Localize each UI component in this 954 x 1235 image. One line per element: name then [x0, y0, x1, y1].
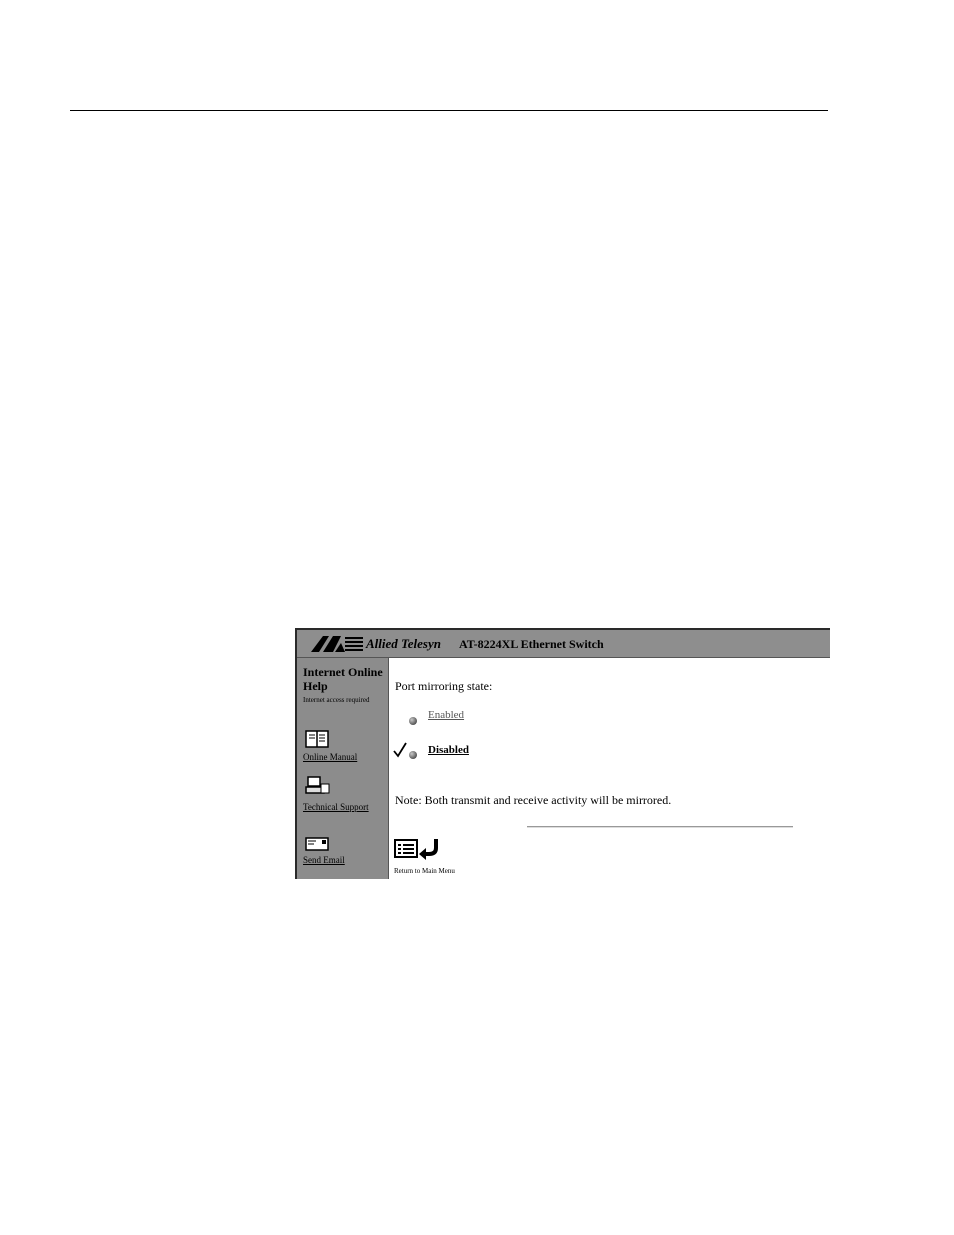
- bullet-icon: [409, 751, 417, 759]
- online-manual-link[interactable]: Online Manual: [303, 752, 387, 763]
- send-email-link[interactable]: Send Email: [303, 855, 387, 866]
- return-main-menu-label[interactable]: Return to Main Menu: [394, 867, 455, 875]
- help-note: Internet access required: [303, 696, 370, 704]
- technical-support-link[interactable]: Technical Support: [303, 802, 387, 813]
- help-sidebar: Internet Online Help Internet access req…: [297, 658, 389, 879]
- book-icon[interactable]: [305, 729, 331, 749]
- divider: [527, 826, 793, 828]
- return-main-menu-icon[interactable]: [394, 838, 442, 860]
- mirroring-note: Note: Both transmit and receive activity…: [395, 793, 672, 807]
- enabled-option[interactable]: Enabled: [428, 709, 464, 721]
- page-top-rule: [70, 110, 828, 111]
- bullet-icon: [409, 717, 417, 725]
- header-banner: Allied Telesyn AT-8224XL Ethernet Switch: [297, 628, 830, 658]
- brand-name: Allied Telesyn: [366, 636, 441, 651]
- port-mirroring-state-label: Port mirroring state:: [395, 679, 493, 693]
- support-icon[interactable]: [305, 776, 331, 796]
- main-content: Port mirroring state: Enabled Disabled N…: [389, 658, 830, 879]
- checkmark-icon: [393, 742, 407, 758]
- disabled-option[interactable]: Disabled: [428, 744, 469, 756]
- envelope-icon[interactable]: [305, 837, 331, 851]
- product-title: AT-8224XL Ethernet Switch: [459, 637, 604, 651]
- allied-telesyn-logo-icon: [311, 636, 363, 652]
- help-title: Internet Online Help: [303, 665, 383, 693]
- browser-screenshot: Allied Telesyn AT-8224XL Ethernet Switch…: [295, 628, 830, 879]
